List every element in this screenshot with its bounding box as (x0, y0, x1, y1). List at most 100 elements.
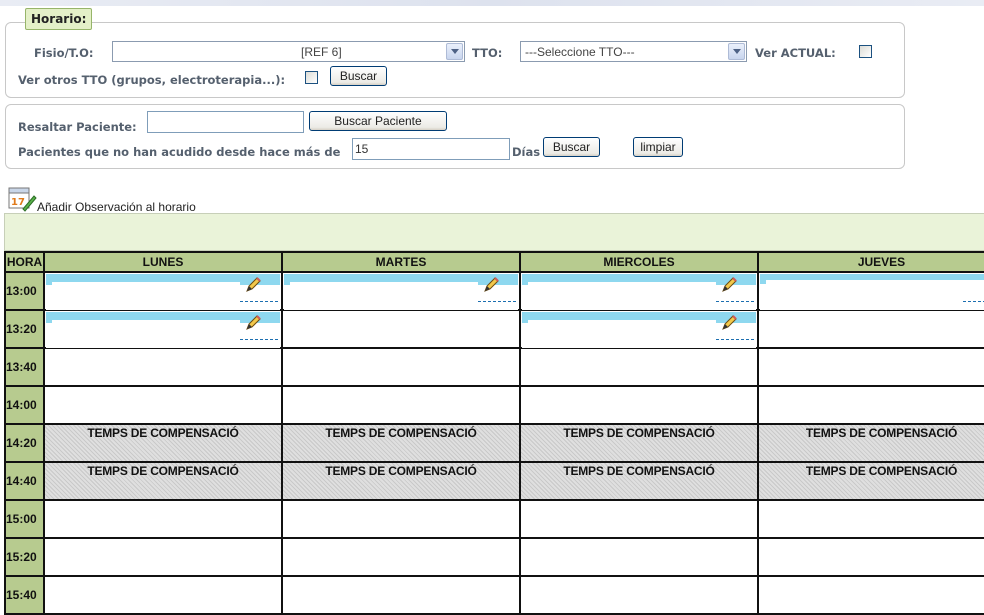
appointment-block[interactable] (522, 274, 756, 310)
empty-slot-cell[interactable] (43, 385, 283, 425)
empty-slot-cell[interactable] (281, 499, 521, 539)
day-header: JUEVES (757, 251, 984, 273)
compensacio-cell[interactable]: TEMPS DE COMPENSACIÓ (519, 461, 759, 501)
resaltar-input[interactable] (147, 111, 304, 133)
edit-pencil-icon[interactable] (244, 314, 262, 332)
empty-slot-cell[interactable] (281, 537, 521, 577)
fisio-select-value: [REF 6] (301, 45, 342, 59)
hora-cell: 14:20 (4, 423, 45, 463)
appointment-block[interactable] (46, 274, 280, 310)
schedule-row: 13:00 (4, 271, 984, 311)
schedule-toolbar (4, 213, 984, 251)
empty-slot-cell[interactable] (757, 537, 984, 577)
compensacio-label: TEMPS DE COMPENSACIÓ (325, 426, 477, 440)
svg-text:17: 17 (11, 197, 25, 208)
limpiar-button[interactable]: limpiar (633, 137, 683, 157)
day-header: MARTES (281, 251, 521, 273)
empty-slot-cell[interactable] (519, 499, 759, 539)
empty-slot-cell[interactable] (281, 575, 521, 615)
tto-label: TTO: (472, 46, 503, 60)
empty-slot-cell[interactable] (757, 347, 984, 387)
empty-slot-cell[interactable] (43, 537, 283, 577)
appointment-cell[interactable] (281, 271, 521, 311)
schedule-row: 14:00 (4, 385, 984, 425)
empty-slot-cell[interactable] (757, 575, 984, 615)
buscar-tto-button[interactable]: Buscar (330, 66, 387, 86)
appointment-block[interactable] (522, 312, 756, 348)
empty-slot-cell[interactable] (519, 385, 759, 425)
day-header: MIERCOLES (519, 251, 759, 273)
schedule-row: 14:40 TEMPS DE COMPENSACIÓ TEMPS DE COMPEN… (4, 461, 984, 501)
compensacio-cell[interactable]: TEMPS DE COMPENSACIÓ (43, 461, 283, 501)
empty-slot-cell[interactable] (757, 309, 984, 349)
buscar-paciente-button[interactable]: Buscar Paciente (309, 111, 447, 131)
top-strip (0, 0, 984, 6)
schedule-table: HORA LUNES MARTES MIERCOLES JUEVES 13:00… (4, 251, 984, 615)
schedule-row: 14:20 TEMPS DE COMPENSACIÓ TEMPS DE COMPEN… (4, 423, 984, 463)
compensacio-label: TEMPS DE COMPENSACIÓ (563, 426, 715, 440)
compensacio-cell[interactable]: TEMPS DE COMPENSACIÓ (281, 423, 521, 463)
chevron-down-icon[interactable] (446, 43, 463, 60)
schedule-row: 13:40 (4, 347, 984, 387)
edit-pencil-icon[interactable] (720, 276, 738, 294)
ver-otros-checkbox[interactable] (305, 71, 318, 84)
compensacio-label: TEMPS DE COMPENSACIÓ (87, 464, 239, 478)
schedule-header-row: HORA LUNES MARTES MIERCOLES JUEVES (4, 251, 984, 273)
resaltar-label: Resaltar Paciente: (18, 120, 137, 134)
appointment-cell[interactable] (519, 309, 759, 349)
appointment-block[interactable] (760, 274, 984, 310)
schedule-row: 13:20 (4, 309, 984, 349)
empty-slot-cell[interactable] (281, 309, 521, 349)
fisio-label: Fisio/T.O: (34, 46, 94, 60)
compensacio-cell[interactable]: TEMPS DE COMPENSACIÓ (281, 461, 521, 501)
compensacio-cell[interactable]: TEMPS DE COMPENSACIÓ (757, 423, 984, 463)
horario-legend: Horario: (25, 8, 93, 30)
hora-cell: 13:40 (4, 347, 45, 387)
appointment-cell[interactable] (43, 309, 283, 349)
schedule-row: 15:20 (4, 537, 984, 577)
dias-label: Días (512, 145, 541, 159)
empty-slot-cell[interactable] (519, 575, 759, 615)
empty-slot-cell[interactable] (43, 499, 283, 539)
hora-cell: 15:40 (4, 575, 45, 615)
ver-actual-checkbox[interactable] (859, 45, 872, 58)
empty-slot-cell[interactable] (519, 347, 759, 387)
add-observation-label: Añadir Observación al horario (37, 200, 196, 214)
compensacio-label: TEMPS DE COMPENSACIÓ (325, 464, 477, 478)
appointment-block[interactable] (284, 274, 518, 310)
buscar-dias-button[interactable]: Buscar (543, 137, 600, 157)
fisio-select[interactable]: [REF 6] (112, 41, 465, 62)
tto-select[interactable]: ---Seleccione TTO--- (520, 41, 747, 62)
compensacio-label: TEMPS DE COMPENSACIÓ (805, 426, 958, 440)
edit-pencil-icon[interactable] (482, 276, 500, 294)
appointment-cell[interactable] (43, 271, 283, 311)
empty-slot-cell[interactable] (519, 537, 759, 577)
edit-pencil-icon[interactable] (720, 314, 738, 332)
hora-cell: 13:00 (4, 271, 45, 311)
tto-select-value: ---Seleccione TTO--- (525, 45, 635, 59)
no-acudido-label: Pacientes que no han acudido desde hace … (18, 145, 341, 159)
ver-actual-label: Ver ACTUAL: (755, 46, 836, 60)
empty-slot-cell[interactable] (281, 347, 521, 387)
empty-slot-cell[interactable] (757, 385, 984, 425)
hora-header: HORA (4, 251, 45, 273)
empty-slot-cell[interactable] (281, 385, 521, 425)
calendar-edit-icon: 17 (8, 187, 37, 212)
empty-slot-cell[interactable] (43, 575, 283, 615)
dias-input[interactable]: 15 (352, 138, 510, 160)
edit-pencil-icon[interactable] (244, 276, 262, 294)
empty-slot-cell[interactable] (757, 499, 984, 539)
empty-slot-cell[interactable] (43, 347, 283, 387)
appointment-block[interactable] (46, 312, 280, 348)
compensacio-cell[interactable]: TEMPS DE COMPENSACIÓ (519, 423, 759, 463)
appointment-cell[interactable] (519, 271, 759, 311)
compensacio-cell[interactable]: TEMPS DE COMPENSACIÓ (43, 423, 283, 463)
chevron-down-icon[interactable] (728, 43, 745, 60)
compensacio-label: TEMPS DE COMPENSACIÓ (563, 464, 715, 478)
hora-cell: 15:20 (4, 537, 45, 577)
hora-cell: 14:00 (4, 385, 45, 425)
appointment-cell[interactable] (757, 271, 984, 311)
compensacio-label: TEMPS DE COMPENSACIÓ (805, 464, 958, 478)
hora-cell: 15:00 (4, 499, 45, 539)
compensacio-cell[interactable]: TEMPS DE COMPENSACIÓ (757, 461, 984, 501)
